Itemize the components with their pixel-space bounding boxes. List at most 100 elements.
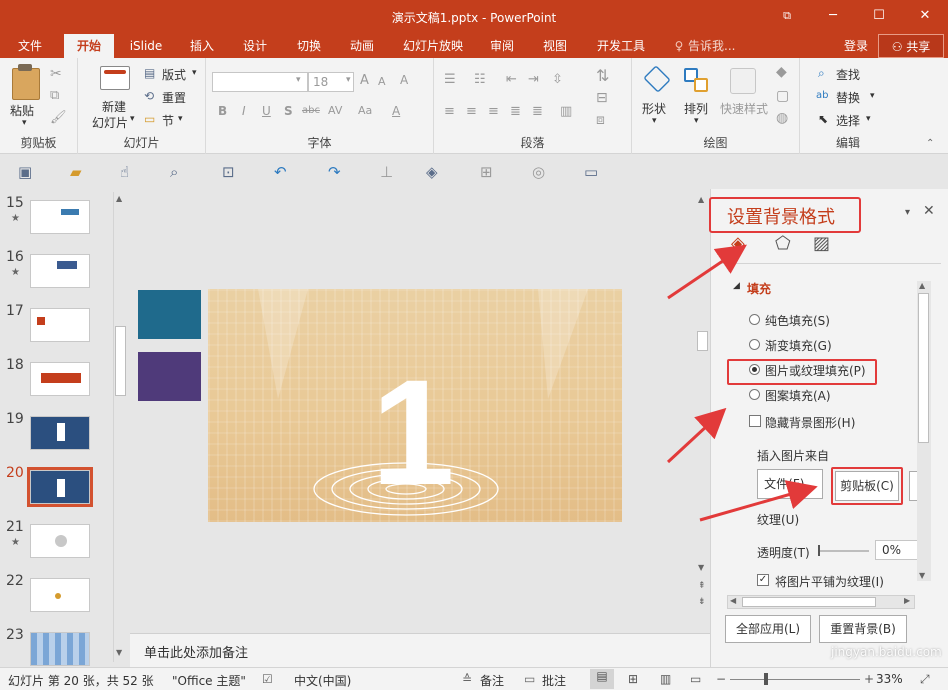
effects-tab-icon[interactable]: ⬠ <box>775 233 791 254</box>
find-button[interactable]: 查找 <box>836 66 860 83</box>
hide-background-graphics-label[interactable]: 隐藏背景图形(H) <box>765 414 855 431</box>
zoom-level[interactable]: 33% <box>876 672 903 686</box>
shapes-button[interactable]: 形状 <box>642 100 666 117</box>
slide-vertical-scrollbar[interactable]: ▲ ▼ ⇞ ⇟ <box>696 189 710 667</box>
font-color-button[interactable]: A <box>392 104 400 118</box>
slide-thumbnail-18[interactable] <box>30 362 90 396</box>
save-icon[interactable]: ▣ <box>18 163 32 181</box>
change-case-button[interactable]: Aa <box>358 104 372 117</box>
tile-picture-label[interactable]: 将图片平铺为纹理(I) <box>775 573 884 590</box>
replace-dropdown-icon[interactable]: ▾ <box>870 91 875 101</box>
new-slide-label-2[interactable]: 幻灯片 <box>92 114 128 131</box>
ribbon-display-icon[interactable]: ⧉ <box>764 0 810 34</box>
notes-placeholder[interactable]: 单击此处添加备注 <box>144 642 248 661</box>
justify-icon[interactable]: ≣ <box>510 104 521 119</box>
gradient-fill-radio[interactable] <box>749 339 760 350</box>
text-direction-icon[interactable]: ⇅ <box>596 66 609 85</box>
increase-font-icon[interactable]: A <box>360 73 369 88</box>
scroll-right-icon[interactable]: ▶ <box>904 596 910 605</box>
scroll-left-icon[interactable]: ◀ <box>730 596 736 605</box>
slide-thumbnail-22[interactable] <box>30 578 90 612</box>
slide-thumbnail-15[interactable] <box>30 200 90 234</box>
scroll-thumb[interactable] <box>697 331 708 351</box>
tab-design[interactable]: 设计 <box>232 34 278 58</box>
slide-big-number[interactable]: 1 <box>353 357 473 507</box>
numbering-icon[interactable]: ☷ <box>474 72 486 87</box>
reading-view-icon[interactable]: ▥ <box>660 672 671 686</box>
scroll-thumb[interactable] <box>918 293 929 443</box>
align-text-icon[interactable]: ⊟ <box>596 90 608 106</box>
tile-picture-checkbox[interactable]: ✓ <box>757 574 769 586</box>
paste-dropdown-icon[interactable]: ▾ <box>22 118 27 128</box>
collapse-triangle-icon[interactable]: ◢ <box>733 281 740 291</box>
strikethrough-button[interactable]: abc <box>302 105 320 116</box>
zoom-slider-track[interactable] <box>730 679 860 680</box>
align-center-icon[interactable]: ≡ <box>466 104 477 119</box>
language-status[interactable]: 中文(中国) <box>294 672 351 689</box>
pane-vertical-scrollbar[interactable]: ▲ ▼ <box>917 281 931 581</box>
tab-islide[interactable]: iSlide <box>120 34 172 58</box>
texture-label[interactable]: 纹理(U) <box>757 511 799 528</box>
fill-tab-icon[interactable]: ◈ <box>731 233 745 254</box>
solid-fill-label[interactable]: 纯色填充(S) <box>765 312 830 329</box>
minimize-button[interactable]: ─ <box>810 0 856 34</box>
decrease-font-icon[interactable]: A <box>378 75 386 88</box>
tab-developer[interactable]: 开发工具 <box>588 34 654 58</box>
open-folder-icon[interactable]: ▰ <box>70 163 82 181</box>
file-button[interactable]: 文件(F)... <box>757 469 823 499</box>
layout-dropdown-icon[interactable]: ▾ <box>192 68 197 78</box>
maximize-button[interactable]: ☐ <box>856 0 902 34</box>
paste-button-label[interactable]: 粘贴 <box>10 102 34 119</box>
bold-button[interactable]: B <box>218 104 227 118</box>
shape-fill-icon[interactable]: ◆ <box>776 64 787 80</box>
signin-link[interactable]: 登录 <box>838 34 874 58</box>
shape-effects-icon[interactable]: ◍ <box>776 110 788 126</box>
merge-shapes-icon[interactable]: ◎ <box>532 163 545 181</box>
char-spacing-button[interactable]: AV <box>328 104 342 117</box>
pane-horizontal-scrollbar[interactable]: ◀ ▶ <box>727 595 915 609</box>
shape-outline-icon[interactable]: ▢ <box>776 88 789 104</box>
slide-thumbnail-23[interactable] <box>30 632 90 666</box>
scroll-up-icon[interactable]: ▲ <box>116 194 122 203</box>
cut-icon[interactable]: ✂ <box>50 66 62 82</box>
pane-close-icon[interactable]: ✕ <box>923 203 935 219</box>
touch-mode-icon[interactable]: ☝ <box>120 163 129 181</box>
increase-indent-icon[interactable]: ⇥ <box>528 72 539 87</box>
shapes-dropdown-icon[interactable]: ▾ <box>652 116 657 126</box>
smartart-icon[interactable]: ⧈ <box>596 112 605 128</box>
align-right-icon[interactable]: ≡ <box>488 104 499 119</box>
replace-button[interactable]: 替换 <box>836 89 860 106</box>
font-size-dropdown-icon[interactable]: ▾ <box>346 75 351 85</box>
group-objects-icon[interactable]: ⊞ <box>480 163 493 181</box>
line-spacing-icon[interactable]: ⇳ <box>552 72 563 87</box>
zoom-out-icon[interactable]: − <box>716 672 726 686</box>
offslide-purple-rectangle[interactable] <box>138 352 201 401</box>
align-objects-icon[interactable]: ⊥ <box>380 163 393 181</box>
quick-styles-button[interactable]: 快速样式 <box>720 100 768 117</box>
bullets-icon[interactable]: ☰ <box>444 72 456 87</box>
notes-toggle[interactable]: 备注 <box>480 672 504 689</box>
tab-home[interactable]: 开始 <box>64 34 114 58</box>
quick-styles-icon[interactable] <box>730 68 756 94</box>
collapse-ribbon-icon[interactable]: ⌃ <box>926 138 934 149</box>
new-slide-dropdown-icon[interactable]: ▾ <box>130 114 135 124</box>
tab-insert[interactable]: 插入 <box>180 34 224 58</box>
fill-section-header[interactable]: 填充 <box>747 280 771 297</box>
slide-thumbnail-16[interactable] <box>30 254 90 288</box>
format-painter-icon[interactable]: 🖌 <box>50 110 67 125</box>
select-button[interactable]: 选择 <box>836 112 860 129</box>
picture-icon[interactable]: ▭ <box>584 163 598 181</box>
previous-slide-icon[interactable]: ⇞ <box>698 581 706 591</box>
section-button[interactable]: 节 <box>162 112 174 129</box>
font-name-input[interactable] <box>212 72 308 92</box>
notes-pane[interactable]: 单击此处添加备注 <box>130 633 710 667</box>
slide-thumbnail-21[interactable] <box>30 524 90 558</box>
normal-view-icon[interactable]: ▤ <box>590 669 614 689</box>
comments-toggle[interactable]: 批注 <box>542 672 566 689</box>
tab-animations[interactable]: 动画 <box>340 34 384 58</box>
reset-button[interactable]: 重置 <box>162 89 186 106</box>
spellcheck-icon[interactable]: ☑ <box>262 672 273 686</box>
shapes-icon[interactable] <box>643 65 671 93</box>
pattern-fill-radio[interactable] <box>749 389 760 400</box>
offslide-teal-rectangle[interactable] <box>138 290 201 339</box>
